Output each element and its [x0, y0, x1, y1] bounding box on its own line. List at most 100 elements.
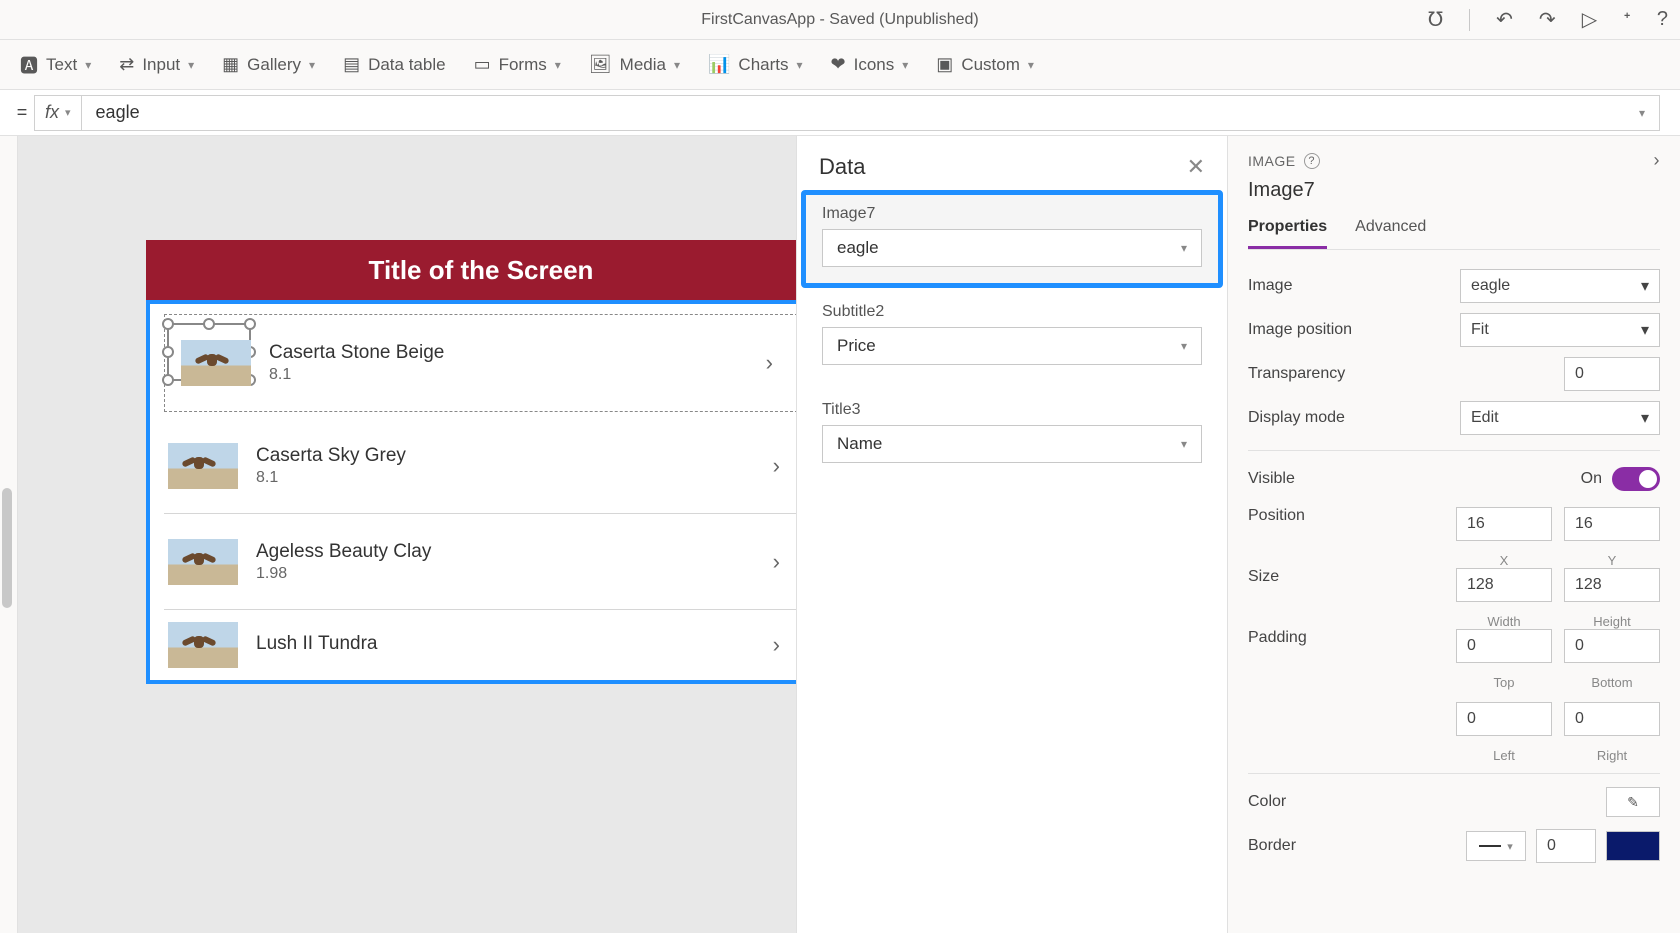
prop-label-transparency: Transparency [1248, 365, 1345, 383]
formula-bar: = fx ▾ eagle ▾ [0, 90, 1680, 136]
select-value: Fit [1471, 321, 1489, 339]
formula-value: eagle [96, 102, 140, 123]
chevron-down-icon: ▾ [1028, 58, 1034, 72]
ribbon-icons[interactable]: ❤Icons▾ [831, 54, 909, 75]
undo-icon[interactable]: ↶ [1496, 7, 1513, 32]
share-icon[interactable]: ᕀ [1623, 7, 1631, 32]
prop-select-image[interactable]: eagle ▾ [1460, 269, 1660, 303]
list-item[interactable]: Caserta Stone Beige 8.1 › [171, 321, 791, 405]
pad-label-top: Top [1456, 675, 1552, 690]
tab-advanced[interactable]: Advanced [1355, 218, 1426, 249]
prop-input-pad-left[interactable]: 0 [1456, 702, 1552, 736]
formula-input[interactable]: eagle ▾ [82, 95, 1660, 131]
info-icon[interactable]: ? [1304, 153, 1320, 169]
ribbon-custom[interactable]: ▣Custom▾ [936, 54, 1034, 75]
app-checker-icon[interactable]: ℧ [1428, 7, 1443, 32]
prop-input-height[interactable]: 128 [1564, 568, 1660, 602]
item-title: Caserta Stone Beige [269, 342, 444, 364]
dim-label-width: Width [1456, 614, 1552, 629]
ribbon-data-table[interactable]: ▤Data table [343, 54, 446, 75]
chevron-down-icon: ▾ [1181, 437, 1187, 451]
color-picker[interactable]: ✎ [1606, 787, 1660, 817]
ribbon-media[interactable]: 🖼Media▾ [589, 54, 680, 75]
data-group-label: Title3 [822, 401, 1202, 419]
equals-label: = [10, 102, 34, 123]
prop-label-position: Position [1248, 507, 1305, 525]
divider [1248, 450, 1660, 451]
help-icon[interactable]: ? [1657, 8, 1668, 31]
fx-selector[interactable]: fx ▾ [34, 95, 82, 131]
prop-select-display-mode[interactable]: Edit ▾ [1460, 401, 1660, 435]
control-type-label: IMAGE [1248, 153, 1296, 169]
screen-preview: Title of the Screen [146, 240, 816, 684]
list-item[interactable]: Ageless Beauty Clay 1.98 › [164, 514, 798, 610]
title-bar: FirstCanvasApp - Saved (Unpublished) ℧ ↶… [0, 0, 1680, 40]
axis-label-x: X [1456, 553, 1552, 568]
prop-input-transparency[interactable]: 0 [1564, 357, 1660, 391]
divider [1469, 9, 1470, 31]
close-icon[interactable]: ✕ [1187, 154, 1205, 180]
list-item[interactable]: Caserta Sky Grey 8.1 › [164, 418, 798, 514]
chart-icon: 📊 [708, 54, 730, 75]
item-thumb [168, 539, 238, 585]
chevron-down-icon: ▾ [674, 58, 680, 72]
ribbon-forms[interactable]: ▭Forms▾ [474, 54, 561, 75]
form-icon: ▭ [474, 54, 491, 75]
gallery-template[interactable]: Caserta Stone Beige 8.1 › [164, 314, 798, 412]
chevron-down-icon: ▾ [1639, 106, 1645, 120]
chevron-right-icon[interactable]: › [773, 632, 780, 658]
data-select-title3[interactable]: Name ▾ [822, 425, 1202, 463]
chevron-right-icon[interactable]: › [773, 549, 780, 575]
data-panel: Data ✕ Image7 eagle ▾ Subtitle2 Price ▾ … [796, 136, 1228, 933]
list-item[interactable]: Lush II Tundra › [164, 610, 798, 680]
item-subtitle: 8.1 [269, 366, 444, 384]
dim-label-height: Height [1564, 614, 1660, 629]
gallery-selected[interactable]: Caserta Stone Beige 8.1 › Caserta Sky Gr… [146, 300, 816, 684]
select-value: Price [837, 336, 876, 356]
data-select-image7[interactable]: eagle ▾ [822, 229, 1202, 267]
prop-input-pad-bottom[interactable]: 0 [1564, 629, 1660, 663]
redo-icon[interactable]: ↷ [1539, 7, 1556, 32]
tab-properties[interactable]: Properties [1248, 218, 1327, 249]
prop-label-border: Border [1248, 837, 1296, 855]
prop-input-border-width[interactable]: 0 [1536, 829, 1596, 863]
prop-input-pos-y[interactable]: 16 [1564, 507, 1660, 541]
data-group-title3: Title3 Name ▾ [801, 386, 1223, 484]
app-title: FirstCanvasApp - Saved (Unpublished) [701, 11, 978, 29]
chevron-down-icon: ▾ [1641, 408, 1649, 428]
visible-toggle[interactable]: On [1581, 467, 1660, 491]
toggle-state: On [1581, 470, 1602, 488]
prop-select-image-position[interactable]: Fit ▾ [1460, 313, 1660, 347]
border-style-select[interactable]: ▾ [1466, 831, 1526, 861]
chevron-down-icon: ▾ [309, 58, 315, 72]
data-group-image7[interactable]: Image7 eagle ▾ [801, 190, 1223, 288]
prop-label-padding: Padding [1248, 629, 1307, 647]
item-thumb[interactable] [181, 340, 251, 386]
chevron-down-icon: ▾ [85, 58, 91, 72]
ribbon-text[interactable]: 🅰Text▾ [20, 52, 91, 78]
chevron-right-icon[interactable]: › [773, 453, 780, 479]
data-group-subtitle2: Subtitle2 Price ▾ [801, 288, 1223, 386]
chevron-right-icon[interactable]: › [1654, 150, 1661, 171]
item-text: Caserta Sky Grey 8.1 [256, 445, 406, 487]
data-select-subtitle2[interactable]: Price ▾ [822, 327, 1202, 365]
prop-label-display-mode: Display mode [1248, 409, 1345, 427]
toggle-switch[interactable] [1612, 467, 1660, 491]
play-icon[interactable]: ▷ [1582, 7, 1597, 32]
prop-input-width[interactable]: 128 [1456, 568, 1552, 602]
prop-input-pad-top[interactable]: 0 [1456, 629, 1552, 663]
props-tabs: Properties Advanced [1248, 218, 1660, 250]
scroll-thumb[interactable] [2, 488, 12, 608]
border-color-picker[interactable] [1606, 831, 1660, 861]
ribbon-input[interactable]: ⇄Input▾ [119, 54, 194, 75]
ribbon-charts[interactable]: 📊Charts▾ [708, 54, 803, 75]
data-group-label: Subtitle2 [822, 303, 1202, 321]
chevron-down-icon: ▾ [1181, 339, 1187, 353]
data-panel-title: Data [819, 154, 865, 180]
prop-input-pad-right[interactable]: 0 [1564, 702, 1660, 736]
prop-label-image-position: Image position [1248, 321, 1352, 339]
prop-input-pos-x[interactable]: 16 [1456, 507, 1552, 541]
chevron-right-icon[interactable]: › [766, 350, 773, 376]
input-icon: ⇄ [119, 54, 134, 75]
ribbon-gallery[interactable]: ▦Gallery▾ [222, 54, 315, 75]
